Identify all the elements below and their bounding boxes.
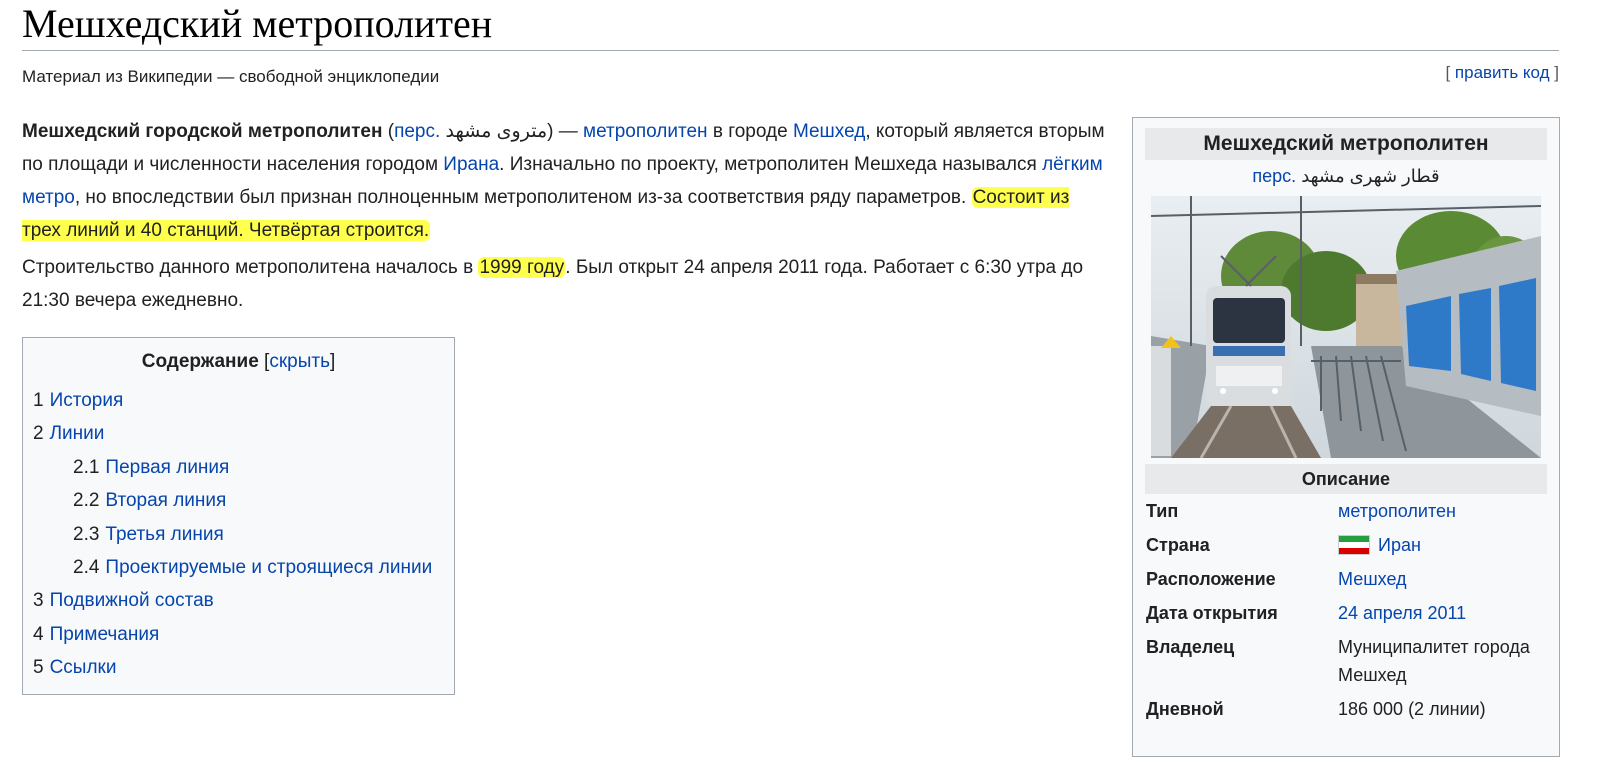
toc-number: 2.3 — [73, 523, 100, 545]
infobox-row-country: Страна Иран — [1146, 528, 1559, 562]
paragraph-intro: Мешхедский городской метрополитен (перс.… — [22, 121, 1105, 241]
table-of-contents: Содержание [скрыть] 1 История 2 Линии 2.1 П… — [22, 337, 455, 695]
toc-link[interactable]: История — [50, 390, 124, 411]
edit-source-link-wrapper: [ править код ] — [1445, 63, 1559, 82]
toc-item[interactable]: 1 История — [23, 384, 454, 417]
row-value-link[interactable]: Мешхед — [1338, 565, 1548, 593]
toc-list: 1 История 2 Линии 2.1 Первая линия 2.2 Втора… — [23, 384, 454, 685]
row-value: 186 000 (2 линии) — [1338, 699, 1486, 719]
row-key: Страна — [1146, 535, 1210, 555]
infobox-row-location: Расположение Мешхед — [1146, 562, 1559, 596]
row-key: Расположение — [1146, 569, 1276, 589]
toc-item[interactable]: 2 Линии — [23, 417, 454, 450]
paragraph-history: Строительство данного метрополитена нача… — [22, 251, 1107, 317]
row-value: Иран — [1338, 531, 1548, 559]
toc-link[interactable]: Вторая линия — [105, 490, 226, 511]
infobox-row-owner: Владелец Муниципалитет города Мешхед — [1146, 630, 1559, 692]
toc-link[interactable]: Ссылки — [50, 657, 117, 678]
toc-item[interactable]: 5 Ссылки — [23, 651, 454, 684]
iran-flag-icon[interactable] — [1338, 535, 1370, 555]
text-fragment: в городе — [707, 121, 793, 142]
toc-link[interactable]: Первая линия — [105, 457, 229, 478]
toc-item[interactable]: 4 Примечания — [23, 618, 454, 651]
highlighted-text: 1999 году — [478, 257, 566, 278]
toc-number: 1 — [33, 390, 44, 411]
toc-link[interactable]: Линии — [50, 423, 105, 444]
infobox-section-description: Описание — [1145, 464, 1547, 494]
toc-number: 2 — [33, 423, 44, 445]
infobox: Мешхедский метрополитен перс. قطار شهری … — [1132, 117, 1560, 757]
toc-number: 2.2 — [73, 490, 100, 512]
toc-item[interactable]: 3 Подвижной состав — [23, 584, 454, 617]
toc-number: 5 — [33, 657, 44, 679]
persian-name: متروی مشهد — [445, 121, 548, 142]
lang-link-persian[interactable]: перс. — [394, 121, 440, 142]
toc-header: Содержание [скрыть] — [141, 351, 336, 372]
row-key: Дневной — [1146, 699, 1224, 719]
link-metro[interactable]: метрополитен — [583, 121, 708, 142]
toc-item[interactable]: 2.1 Первая линия — [23, 451, 454, 484]
link-iran[interactable]: Ирана — [443, 154, 499, 175]
edit-source-link[interactable]: править код — [1455, 63, 1550, 82]
toc-title: Содержание — [141, 351, 259, 372]
row-key: Владелец — [1146, 637, 1235, 657]
text-fragment: . Изначально по проекту, метрополитен Ме… — [499, 154, 1043, 175]
text-fragment: ) — — [547, 121, 584, 142]
lang-link-persian[interactable]: перс. — [1252, 166, 1296, 186]
row-key: Тип — [1146, 501, 1179, 521]
metro-train-image — [1151, 196, 1541, 458]
toc-number: 2.4 — [73, 557, 100, 579]
toc-link[interactable]: Подвижной состав — [50, 590, 214, 611]
text-fragment: Строительство данного метрополитена нача… — [22, 257, 479, 278]
toc-item[interactable]: 2.3 Третья линия — [23, 518, 454, 551]
infobox-row-opened: Дата открытия 24 апреля 2011 — [1146, 596, 1559, 630]
lead-term: Мешхедский городской метрополитен — [22, 121, 383, 142]
infobox-row-daily: Дневной 186 000 (2 линии) — [1146, 692, 1559, 726]
row-key: Дата открытия — [1146, 603, 1278, 623]
toc-link[interactable]: Проектируемые и строящиеся линии — [105, 557, 432, 578]
infobox-title: Мешхедский метрополитен — [1145, 128, 1547, 160]
article-body: Мешхедский городской метрополитен (перс.… — [22, 115, 1107, 321]
infobox-row-type: Тип метрополитен — [1146, 494, 1559, 528]
toc-hide-toggle[interactable]: скрыть — [269, 351, 330, 372]
row-value: Муниципалитет города Мешхед — [1338, 637, 1530, 685]
row-value-link[interactable]: метрополитен — [1338, 497, 1548, 525]
toc-item[interactable]: 2.4 Проектируемые и строящиеся линии — [23, 551, 454, 584]
title-divider — [22, 50, 1559, 51]
toc-item[interactable]: 2.2 Вторая линия — [23, 484, 454, 517]
page-title: Мешхедский метрополитен — [22, 1, 493, 46]
toc-link[interactable]: Примечания — [50, 624, 160, 645]
toc-number: 4 — [33, 623, 44, 645]
text-fragment: , но впоследствии был признан полноценны… — [74, 187, 972, 208]
infobox-native-name: перс. قطار شهری مشهد — [1133, 160, 1559, 192]
native-name-text: قطار شهری مشهد — [1301, 166, 1440, 186]
toc-number: 2.1 — [73, 456, 100, 478]
row-value-link[interactable]: 24 апреля 2011 — [1338, 599, 1548, 627]
link-mashhad[interactable]: Мешхед — [793, 121, 865, 142]
toc-number: 3 — [33, 590, 44, 612]
row-value-link[interactable]: Иран — [1378, 535, 1421, 555]
metro-train-photo[interactable] — [1151, 196, 1541, 458]
toc-link[interactable]: Третья линия — [105, 524, 223, 545]
site-tagline: Материал из Википедии — свободной энцикл… — [22, 67, 440, 86]
